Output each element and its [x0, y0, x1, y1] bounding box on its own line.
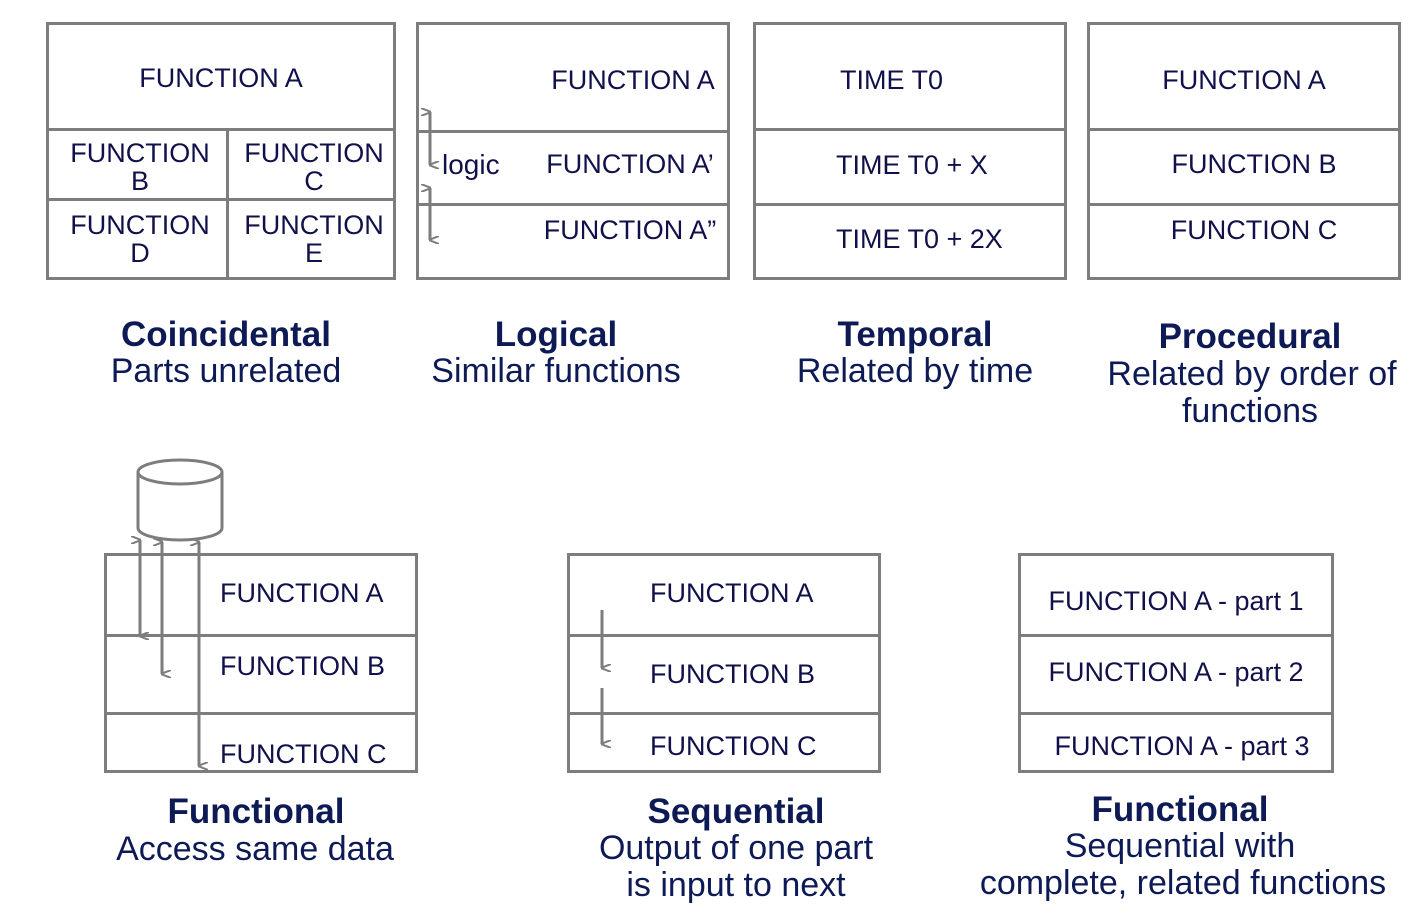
- cell-function-c: FUNCTION C: [650, 731, 817, 761]
- caption-title: Logical: [494, 315, 618, 354]
- cell-function-b: FUNCTION B: [650, 659, 815, 689]
- divider: [567, 712, 881, 715]
- cell-function-d: FUNCTION D: [70, 210, 210, 268]
- caption-title: Sequential: [647, 792, 825, 831]
- caption-subtitle-line2: is input to next: [626, 866, 846, 904]
- cell-part-2: FUNCTION A - part 2: [1048, 657, 1304, 687]
- divider: [753, 128, 1067, 131]
- divider: [46, 198, 396, 201]
- caption-subtitle-line1: Output of one part: [598, 829, 874, 867]
- cell-function-b: FUNCTION B: [220, 651, 385, 681]
- cell-function-b: FUNCTION B: [1171, 149, 1337, 179]
- caption-title: Coincidental: [120, 315, 332, 354]
- divider: [567, 634, 881, 637]
- cell-function-a: FUNCTION A: [220, 578, 384, 608]
- divider: [1087, 128, 1401, 131]
- cell-part-3: FUNCTION A - part 3: [1054, 731, 1310, 761]
- cell-function-b: FUNCTION B: [70, 138, 210, 196]
- divider: [1087, 203, 1401, 206]
- cell-function-a-double-prime: FUNCTION A”: [543, 215, 717, 245]
- caption-subtitle: Similar functions: [431, 352, 681, 390]
- cell-function-e: FUNCTION E: [244, 210, 384, 268]
- cell-time-t0-x: TIME T0 + X: [836, 150, 988, 180]
- cell-function-c: FUNCTION C: [1170, 215, 1338, 245]
- divider: [104, 712, 418, 715]
- caption-subtitle-line1: Related by order of: [1107, 355, 1397, 393]
- logic-label: logic: [442, 149, 500, 180]
- cell-function-a: FUNCTION A: [1162, 65, 1326, 95]
- caption-title: Temporal: [837, 315, 993, 354]
- cell-part-1: FUNCTION A - part 1: [1048, 586, 1304, 616]
- divider: [1018, 712, 1334, 715]
- caption-subtitle-line2: complete, related functions: [979, 864, 1387, 902]
- cell-function-c: FUNCTION C: [244, 138, 384, 196]
- cell-function-c: FUNCTION C: [220, 739, 387, 769]
- cell-time-t0: TIME T0: [840, 65, 944, 95]
- divider: [416, 130, 730, 133]
- caption-subtitle-line2: functions: [1181, 392, 1319, 430]
- caption-title: Procedural: [1158, 317, 1342, 356]
- cell-function-a: FUNCTION A: [551, 65, 715, 95]
- divider: [46, 128, 396, 131]
- cell-function-a: FUNCTION A: [650, 578, 814, 608]
- divider: [104, 634, 418, 637]
- divider: [1018, 634, 1334, 637]
- cell-time-t0-2x: TIME T0 + 2X: [836, 224, 1003, 254]
- caption-subtitle: Related by time: [796, 352, 1034, 390]
- caption-subtitle-line1: Sequential with: [1064, 827, 1296, 865]
- cell-function-a-prime: FUNCTION A’: [546, 149, 714, 179]
- cell-function-a: FUNCTION A: [139, 63, 303, 93]
- caption-title: Functional: [167, 792, 345, 831]
- caption-subtitle: Access same data: [116, 830, 394, 868]
- divider: [416, 203, 730, 206]
- divider: [753, 203, 1067, 206]
- caption-title: Functional: [1091, 790, 1269, 829]
- data-store-label: DATA: [142, 481, 211, 511]
- caption-subtitle: Parts unrelated: [110, 352, 342, 390]
